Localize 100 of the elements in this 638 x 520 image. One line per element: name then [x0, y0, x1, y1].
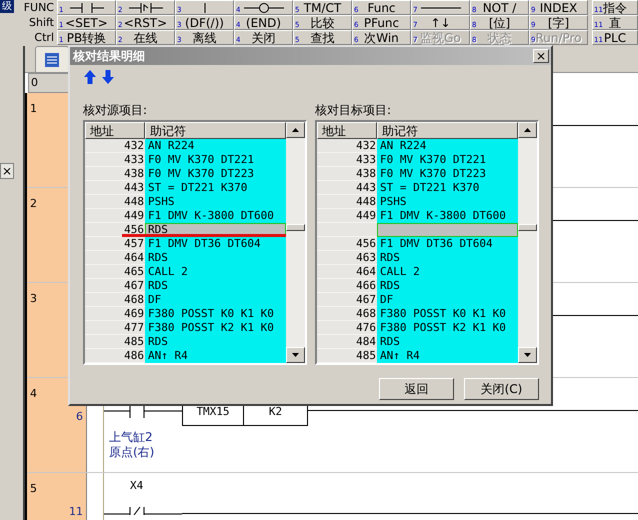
mnemonic-cell: RDS	[145, 279, 286, 293]
scrollbar[interactable]	[518, 122, 537, 363]
mnemonic-cell: DF	[145, 293, 286, 307]
list-label: 核对源项目:	[83, 103, 148, 117]
address-cell: 468	[317, 307, 377, 321]
address-cell: 456	[85, 223, 145, 237]
dialog-title: 核对结果明细	[73, 50, 145, 62]
mnemonic-cell: RDS	[377, 335, 518, 349]
mnemonic-cell: F380 POSST K0 K1 K0	[145, 307, 286, 321]
mnemonic-cell: F0 MV K370 DT223	[377, 167, 518, 181]
down-triangle-icon	[292, 353, 299, 357]
address-cell: 486	[85, 349, 145, 363]
coil-icon	[244, 2, 284, 12]
address-cell: 477	[85, 321, 145, 335]
address-cell: 484	[317, 335, 377, 349]
address-cell: 443	[317, 181, 377, 195]
scroll-down-button[interactable]	[518, 347, 537, 363]
mnemonic-cell: RDS	[145, 335, 286, 349]
row-number: 1	[30, 103, 37, 115]
column-header[interactable]: 助记符	[145, 122, 286, 139]
corner-label: 级	[0, 0, 14, 13]
scroll-thumb[interactable]	[518, 224, 537, 231]
mnemonic-cell: RDS	[377, 251, 518, 265]
address-cell: 465	[85, 265, 145, 279]
up-triangle-icon	[292, 128, 299, 132]
mnemonic-cell: F0 MV K370 DT223	[145, 167, 286, 181]
address-cell: 448	[317, 195, 377, 209]
pulse-contact-icon	[128, 2, 162, 12]
row-number: 2	[30, 198, 37, 210]
scroll-down-button[interactable]	[286, 347, 305, 363]
up-arrow-icon[interactable]	[84, 70, 96, 84]
mnemonic-cell: F0 MV K370 DT221	[145, 153, 286, 167]
contact-label: X4	[130, 479, 144, 493]
address-cell: 449	[85, 209, 145, 223]
row-number: 5	[30, 483, 37, 495]
address-cell: 456	[317, 237, 377, 251]
scrollbar[interactable]	[286, 122, 305, 363]
mnemonic-cell: F1 DMV K-3800 DT600	[377, 209, 518, 223]
address-cell: 467	[317, 293, 377, 307]
ladder-document-icon	[44, 52, 60, 68]
row-number: 4	[30, 388, 37, 400]
column-header[interactable]: 地址	[317, 122, 377, 139]
address-cell: 443	[85, 181, 145, 195]
scroll-up-button[interactable]	[286, 122, 305, 138]
row-label: Shift	[28, 15, 55, 30]
column-header[interactable]: 地址	[85, 122, 145, 139]
address-cell: 467	[85, 279, 145, 293]
mnemonic-cell: PSHS	[145, 195, 286, 209]
address-cell: 433	[85, 153, 145, 167]
mnemonic-cell: F1 DMV DT36 DT604	[377, 237, 518, 251]
address-cell: 476	[317, 321, 377, 335]
address-cell: 464	[317, 265, 377, 279]
address-cell: 469	[85, 307, 145, 321]
mnemonic-cell: AN↑ R4	[377, 349, 518, 363]
program-tab[interactable]	[35, 46, 69, 72]
address-cell: 432	[85, 139, 145, 153]
step-number: 11	[69, 506, 83, 518]
mnemonic-cell: CALL 2	[377, 265, 518, 279]
mnemonic-cell: RDS	[145, 251, 286, 265]
address-cell: 438	[85, 167, 145, 181]
address-cell: 466	[317, 279, 377, 293]
mnemonic-cell: F1 DMV K-3800 DT600	[145, 209, 286, 223]
mnemonic-cell: AN R224	[145, 139, 286, 153]
down-arrow-icon[interactable]	[102, 70, 114, 84]
mnemonic-cell: AN R224	[377, 139, 518, 153]
address-cell: 433	[317, 153, 377, 167]
close-button[interactable]: ×	[0, 163, 14, 179]
address-cell: 457	[85, 237, 145, 251]
scroll-thumb[interactable]	[286, 224, 305, 231]
dialog-button[interactable]: 关闭(C)	[464, 378, 539, 400]
line-icon	[420, 6, 460, 10]
column-header[interactable]: 助记符	[377, 122, 518, 139]
address-cell: 468	[85, 293, 145, 307]
up-triangle-icon	[524, 128, 531, 132]
mnemonic-cell: F380 POSST K2 K1 K0	[145, 321, 286, 335]
contact-comment: 上气缸2 原点(右)	[108, 429, 156, 460]
close-button[interactable]: ×	[533, 49, 549, 63]
scroll-up-button[interactable]	[518, 122, 537, 138]
address-cell: 448	[85, 195, 145, 209]
mnemonic-cell: F1 DMV DT36 DT604	[145, 237, 286, 251]
list-label: 核对目标项目:	[315, 103, 392, 117]
mnemonic-cell: PSHS	[377, 195, 518, 209]
address-cell: 485	[317, 349, 377, 363]
mnemonic-cell: ST = DT221 K370	[377, 181, 518, 195]
row-label: FUNC	[24, 0, 55, 15]
mnemonic-cell: DF	[377, 293, 518, 307]
down-triangle-icon	[524, 353, 531, 357]
row-number: 3	[30, 293, 37, 305]
address-cell: 438	[317, 167, 377, 181]
dialog-button[interactable]: 返回	[379, 378, 454, 400]
address-cell: 485	[85, 335, 145, 349]
address-cell: 432	[317, 139, 377, 153]
address-cell: 463	[317, 251, 377, 265]
mnemonic-cell: F380 POSST K2 K1 K0	[377, 321, 518, 335]
contact-icon	[70, 2, 104, 12]
step-number: 6	[76, 411, 83, 423]
bar-icon	[202, 2, 206, 12]
mnemonic-cell: AN↑ R4	[145, 349, 286, 363]
address-cell: 449	[317, 209, 377, 223]
address-cell: 464	[85, 251, 145, 265]
